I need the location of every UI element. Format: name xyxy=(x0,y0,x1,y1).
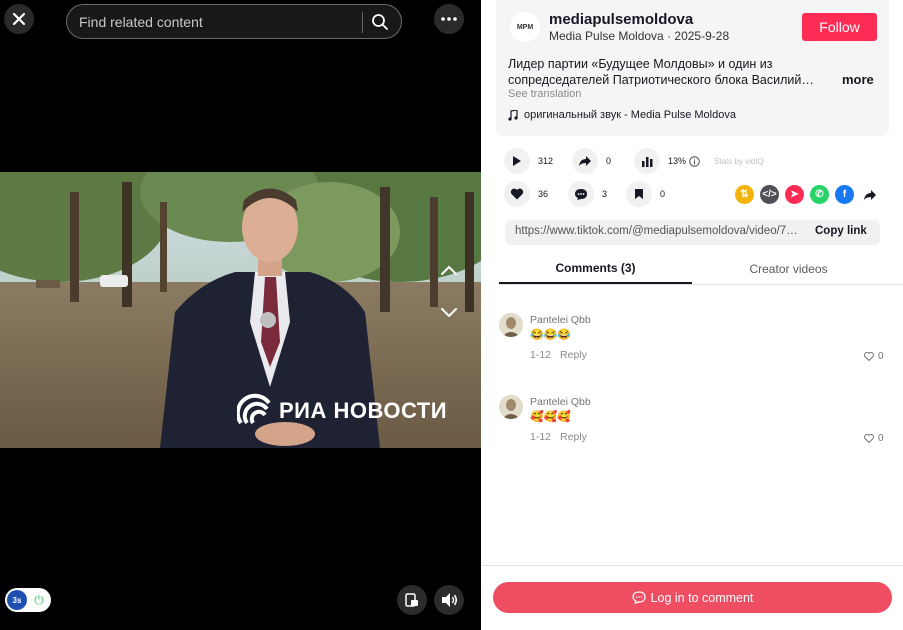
details-panel: MPM mediapulsemoldova Media Pulse Moldov… xyxy=(481,0,903,630)
comment-bubble-icon xyxy=(631,591,646,604)
comment-count: 3 xyxy=(602,189,608,199)
close-icon xyxy=(12,12,26,26)
follow-button[interactable]: Follow xyxy=(802,13,877,41)
play-count-button xyxy=(504,148,530,174)
whatsapp-icon[interactable]: ✆ xyxy=(810,185,829,204)
reply-button[interactable]: Reply xyxy=(560,431,587,443)
info-icon[interactable] xyxy=(689,155,700,167)
more-link[interactable]: more xyxy=(842,72,874,87)
description-line-1: Лидер партии «Будущее Молдовы» и один из xyxy=(508,57,773,71)
send-direct-icon[interactable]: ➤ xyxy=(785,185,804,204)
save-button[interactable] xyxy=(626,181,652,207)
play-count: 312 xyxy=(538,156,554,166)
tab-creator-videos[interactable]: Creator videos xyxy=(692,254,885,284)
embed-icon[interactable]: </> xyxy=(760,185,779,204)
copy-link-button[interactable]: Copy link xyxy=(815,225,867,237)
comment-item: Pantelei Qbb 😂😂😂 1-12 Reply 0 xyxy=(499,313,889,373)
bar-chart-icon xyxy=(642,156,653,167)
repost-icon[interactable]: ⇅ xyxy=(735,185,754,204)
author-avatar[interactable]: MPM xyxy=(510,12,540,42)
stats-by-label: Stats by vidIQ xyxy=(714,156,764,166)
volume-button[interactable] xyxy=(434,585,464,615)
comment-button[interactable] xyxy=(568,181,594,207)
video-info-card: MPM mediapulsemoldova Media Pulse Moldov… xyxy=(496,0,889,136)
share-count-button[interactable] xyxy=(572,148,598,174)
play-icon xyxy=(513,156,521,166)
comment-item: Pantelei Qbb 🥰🥰🥰 1-12 Reply 0 xyxy=(499,395,889,455)
comment-meta: 1-12 Reply xyxy=(530,349,587,361)
comment-text: 😂😂😂 xyxy=(530,329,572,341)
previous-video-button[interactable] xyxy=(434,255,464,285)
comment-date: 1-12 xyxy=(530,349,552,361)
chevron-down-icon xyxy=(441,308,457,318)
comment-avatar[interactable] xyxy=(499,313,523,337)
see-translation-link[interactable]: See translation xyxy=(508,88,581,100)
engagement-percent: 13% xyxy=(668,156,687,166)
comment-like-button[interactable]: 0 xyxy=(864,351,884,362)
next-video-button[interactable] xyxy=(434,298,464,328)
stats-row-actions: 36 3 0 xyxy=(504,181,665,207)
author-display-name: Media Pulse Moldova xyxy=(549,29,664,43)
video-panel: РИА НОВОСТИ 3s ⏻ xyxy=(0,0,481,630)
heart-outline-icon xyxy=(864,434,874,443)
music-title: оригинальный звук - Media Pulse Moldova xyxy=(524,109,736,121)
login-label: Log in to comment xyxy=(650,590,754,605)
facebook-icon[interactable]: f xyxy=(835,185,854,204)
picture-in-picture-button[interactable] xyxy=(397,585,427,615)
mini-player-icon xyxy=(405,593,418,607)
music-link[interactable]: оригинальный звук - Media Pulse Moldova xyxy=(508,109,736,121)
extension-badge: 3s xyxy=(7,590,27,610)
video-description: Лидер партии «Будущее Молдовы» и один из… xyxy=(508,56,820,88)
video-url[interactable]: https://www.tiktok.com/@mediapulsemoldov… xyxy=(515,225,800,237)
more-dots-icon xyxy=(441,17,457,21)
save-count: 0 xyxy=(660,189,666,199)
chevron-up-icon xyxy=(441,265,457,275)
author-subline: Media Pulse Moldova · 2025-9-28 xyxy=(549,29,730,43)
post-date: 2025-9-28 xyxy=(674,29,730,43)
music-note-icon xyxy=(508,109,518,121)
like-count: 36 xyxy=(538,189,549,199)
stats-button[interactable] xyxy=(634,148,660,174)
search-icon[interactable] xyxy=(371,13,389,31)
extension-toggle[interactable]: 3s ⏻ xyxy=(5,588,51,612)
comment-like-count: 0 xyxy=(878,351,884,362)
comment-meta: 1-12 Reply xyxy=(530,431,587,443)
video-watermark: РИА НОВОСТИ xyxy=(237,393,447,429)
author-username[interactable]: mediapulsemoldova xyxy=(549,11,693,28)
comment-like-count: 0 xyxy=(878,433,884,444)
avatar-logo-text: MPM xyxy=(516,23,534,31)
comment-date: 1-12 xyxy=(530,431,552,443)
volume-icon xyxy=(442,593,457,607)
watermark-text: РИА НОВОСТИ xyxy=(279,398,448,423)
video-link-box: https://www.tiktok.com/@mediapulsemoldov… xyxy=(505,220,880,245)
more-options-button[interactable] xyxy=(434,4,464,34)
description-line-2: сопредседателей Патриотического блока Ва… xyxy=(508,73,814,87)
search-box xyxy=(66,4,402,39)
power-icon: ⏻ xyxy=(34,592,44,607)
comment-text: 🥰🥰🥰 xyxy=(530,411,572,423)
share-arrow-icon xyxy=(579,156,591,166)
heart-icon xyxy=(510,188,524,200)
share-icons: ⇅ </> ➤ ✆ f xyxy=(735,185,879,204)
comment-bubble-icon xyxy=(575,188,587,200)
search-divider xyxy=(362,12,363,33)
search-input[interactable] xyxy=(67,13,357,30)
close-button[interactable] xyxy=(4,4,34,34)
tab-comments[interactable]: Comments (3) xyxy=(499,254,692,284)
like-button[interactable] xyxy=(504,181,530,207)
comment-author[interactable]: Pantelei Qbb xyxy=(530,396,591,408)
more-share-icon[interactable] xyxy=(860,185,879,204)
login-to-comment-button[interactable]: Log in to comment xyxy=(493,582,892,613)
tab-bar: Comments (3) Creator videos xyxy=(499,254,903,285)
comment-bar: Log in to comment xyxy=(481,565,903,630)
reply-button[interactable]: Reply xyxy=(560,349,587,361)
share-count: 0 xyxy=(606,156,612,166)
comment-author[interactable]: Pantelei Qbb xyxy=(530,314,591,326)
comment-like-button[interactable]: 0 xyxy=(864,433,884,444)
comment-avatar[interactable] xyxy=(499,395,523,419)
stats-row-views: 312 0 13% Stats by vidIQ xyxy=(504,148,764,174)
ria-logo-icon xyxy=(237,393,271,425)
heart-outline-icon xyxy=(864,352,874,361)
bookmark-icon xyxy=(635,189,643,199)
